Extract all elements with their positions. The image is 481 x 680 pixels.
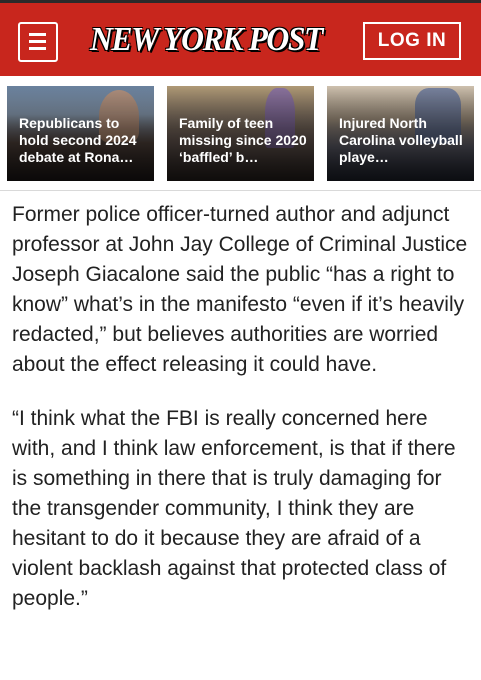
login-button[interactable]: LOG IN — [363, 22, 461, 60]
article-paragraph: Former police officer-turned author and … — [12, 203, 468, 376]
article-body: Former police officer-turned author and … — [12, 200, 474, 638]
story-card[interactable]: Republicans to hold second 2024 debate a… — [7, 86, 154, 181]
trending-stories-strip: Republicans to hold second 2024 debate a… — [0, 76, 481, 191]
story-caption: Republicans to hold second 2024 debate a… — [19, 115, 137, 165]
header-bar: NEW YORK POST LOG IN — [0, 0, 481, 76]
story-caption: Injured North Carolina volleyball playe… — [339, 115, 463, 165]
story-card[interactable]: Injured North Carolina volleyball playe… — [327, 86, 474, 181]
article-paragraph: “I think what the FBI is really concerne… — [12, 407, 456, 610]
story-caption: Family of teen missing since 2020 ‘baffl… — [179, 115, 307, 165]
site-logo[interactable]: NEW YORK POST — [86, 16, 326, 64]
hamburger-menu-icon[interactable] — [18, 22, 58, 62]
story-card[interactable]: Family of teen missing since 2020 ‘baffl… — [167, 86, 314, 181]
